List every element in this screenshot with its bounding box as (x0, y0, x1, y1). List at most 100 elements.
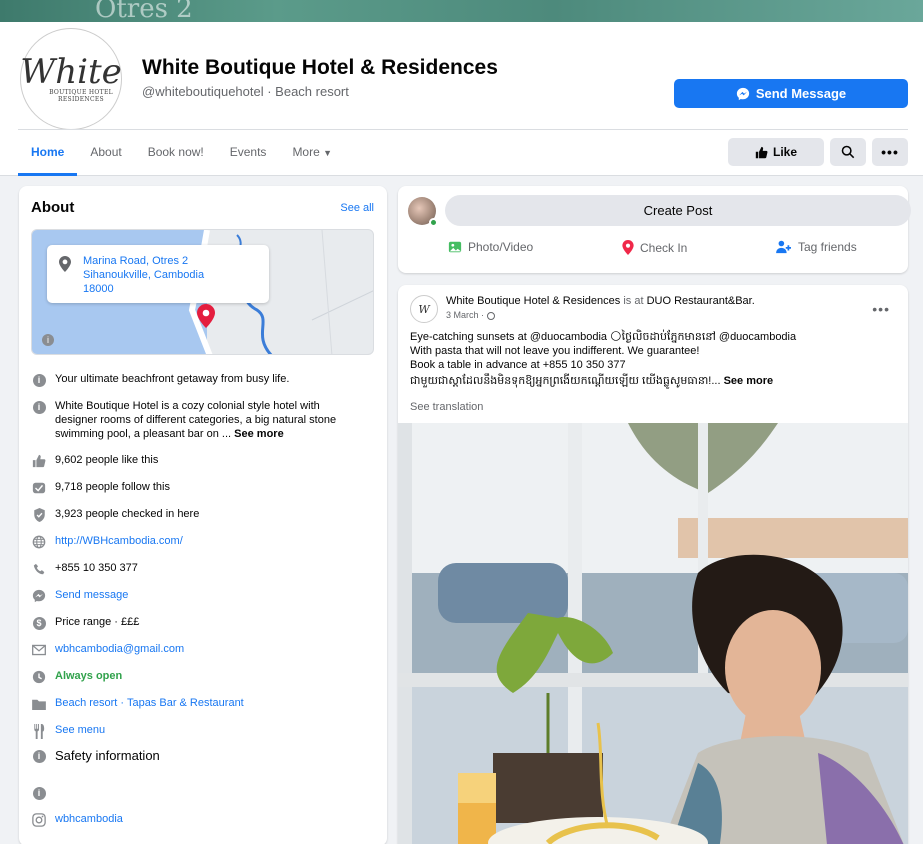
instagram-row: wbhcambodia (31, 812, 371, 828)
info-icon: i (31, 748, 47, 764)
tab-events[interactable]: Events (217, 132, 280, 174)
photo-icon (448, 241, 462, 253)
post-is-at: is at (620, 295, 647, 307)
post-line-2: With pasta that will not leave you indif… (410, 345, 700, 357)
logo-subtitle-2: RESIDENCES (58, 96, 104, 103)
cover-photo: Otres 2 (0, 0, 923, 22)
map-info-icon[interactable]: i (42, 334, 54, 346)
post-options-button[interactable]: ••• (872, 301, 890, 317)
map-marker-icon (197, 304, 215, 328)
page-title: White Boutique Hotel & Residences (142, 56, 498, 79)
post-see-more-link[interactable]: See more (724, 375, 774, 387)
tab-home[interactable]: Home (18, 132, 78, 176)
profile-picture[interactable]: White BOUTIQUE HOTEL RESIDENCES (20, 28, 122, 130)
menu-row: See menu (31, 723, 371, 739)
tab-about[interactable]: About (77, 132, 134, 174)
tab-book-now[interactable]: Book now! (135, 132, 217, 174)
price-icon: $ (31, 615, 47, 631)
post-date: 3 March · (446, 310, 485, 320)
address-line-3: 18000 (83, 283, 114, 295)
post-photo[interactable] (398, 423, 908, 844)
phone-icon (31, 561, 47, 577)
description-line-3: swimming pool, a pleasant bar on ... (55, 428, 232, 440)
hours-row: Always open (31, 669, 371, 685)
follow-icon (31, 480, 47, 496)
phone-row: +855 10 350 377 (31, 561, 371, 577)
checkins-row: 3,923 people checked in here (31, 507, 371, 523)
send-message-label: Send Message (755, 86, 847, 101)
website-row: http://WBHcambodia.com/ (31, 534, 371, 550)
clock-icon (31, 669, 47, 685)
send-message-button[interactable]: Send Message (674, 79, 908, 108)
post-place-link[interactable]: DUO Restaurant&Bar. (647, 295, 755, 307)
page-header: White BOUTIQUE HOTEL RESIDENCES White Bo… (0, 22, 923, 176)
address-text: Marina Road, Otres 2 Sihanoukville, Camb… (83, 254, 204, 296)
safety-info-row: i (31, 785, 371, 801)
category-row: Beach resort · Tapas Bar & Restaurant (31, 696, 371, 712)
ellipsis-icon: ••• (881, 144, 899, 160)
see-menu-link[interactable]: See menu (55, 723, 105, 737)
category-separator: · (117, 697, 127, 709)
info-icon: i (31, 785, 47, 801)
caret-down-icon: ▼ (323, 148, 333, 158)
post-author-avatar[interactable]: W (410, 295, 438, 323)
post-card: W White Boutique Hotel & Residences is a… (398, 285, 908, 844)
checkins-text: 3,923 people checked in here (55, 508, 200, 520)
tab-more-label: More (292, 145, 320, 159)
website-link[interactable]: http://WBHcambodia.com/ (55, 534, 183, 548)
more-options-button[interactable]: ••• (872, 138, 908, 166)
instagram-link[interactable]: wbhcambodia (55, 812, 123, 826)
search-icon (841, 145, 855, 159)
post-text: Eye-catching sunsets at @duocambodia 🌕ថ្… (410, 330, 898, 388)
create-post-card: Create Post Photo/Video Check In Tag fri… (398, 186, 911, 273)
envelope-icon (31, 642, 47, 658)
hours-text: Always open (55, 670, 123, 682)
check-in-label: Check In (640, 240, 688, 255)
address-line-2: Sihanoukville, Cambodia (83, 269, 205, 281)
logo-subtitle-1: BOUTIQUE HOTEL (49, 88, 113, 96)
tag-friends-button[interactable]: Tag friends (776, 240, 857, 254)
likes-row: 9,602 people like this (31, 453, 371, 469)
description-line-2: designer rooms of different categories, … (55, 414, 337, 426)
globe-icon (31, 534, 47, 550)
tag-friends-icon (776, 240, 791, 254)
create-post-button[interactable]: Create Post (445, 195, 911, 226)
post-line-4: ជាមួយជាស្តាដែលនឹងមិនទុកឱ្យអ្នកព្រងើយកណ្ត… (410, 375, 721, 387)
send-message-row: Send message (31, 588, 371, 604)
category-icon (31, 696, 47, 712)
category-tapas-bar-link[interactable]: Tapas Bar & Restaurant (127, 697, 244, 709)
restaurant-scene-image (398, 423, 908, 844)
see-more-link[interactable]: See more (234, 428, 284, 440)
globe-icon (486, 311, 495, 320)
photo-video-label: Photo/Video (468, 240, 534, 254)
tab-more[interactable]: More ▼ (279, 132, 345, 174)
follows-row: 9,718 people follow this (31, 480, 371, 496)
post-author-link[interactable]: White Boutique Hotel & Residences (446, 295, 620, 307)
post-timestamp[interactable]: 3 March · (446, 310, 495, 320)
safety-heading: Safety information (55, 748, 160, 763)
location-map[interactable]: Marina Road, Otres 2 Sihanoukville, Camb… (31, 229, 374, 355)
like-label: Like (772, 145, 797, 159)
see-all-link[interactable]: See all (340, 202, 374, 214)
post-header: White Boutique Hotel & Residences is at … (446, 295, 755, 307)
cover-text: Otres 2 (95, 0, 193, 22)
email-link[interactable]: wbhcambodia@gmail.com (55, 642, 184, 656)
price-range-text: Price range · £££ (55, 616, 140, 628)
send-message-link[interactable]: Send message (55, 588, 128, 602)
thumbs-up-icon (755, 146, 768, 158)
safety-row: i Safety information (31, 748, 371, 764)
info-icon: i (31, 372, 47, 388)
price-row: $ Price range · £££ (31, 615, 371, 631)
page-tabs: Home About Book now! Events More ▼ (18, 132, 345, 176)
description-text: White Boutique Hotel is a cozy colonial … (55, 399, 336, 441)
like-page-button[interactable]: Like (728, 138, 824, 166)
follows-text: 9,718 people follow this (55, 481, 170, 493)
page-subtitle: @whiteboutiquehotel · Beach resort (142, 84, 349, 99)
address-callout: Marina Road, Otres 2 Sihanoukville, Camb… (47, 245, 269, 303)
check-in-button[interactable]: Check In (622, 240, 687, 255)
logo-word: White (20, 51, 122, 92)
category-beach-resort-link[interactable]: Beach resort (55, 697, 117, 709)
search-page-button[interactable] (830, 138, 866, 166)
photo-video-button[interactable]: Photo/Video (448, 240, 533, 254)
see-translation-link[interactable]: See translation (410, 401, 483, 413)
